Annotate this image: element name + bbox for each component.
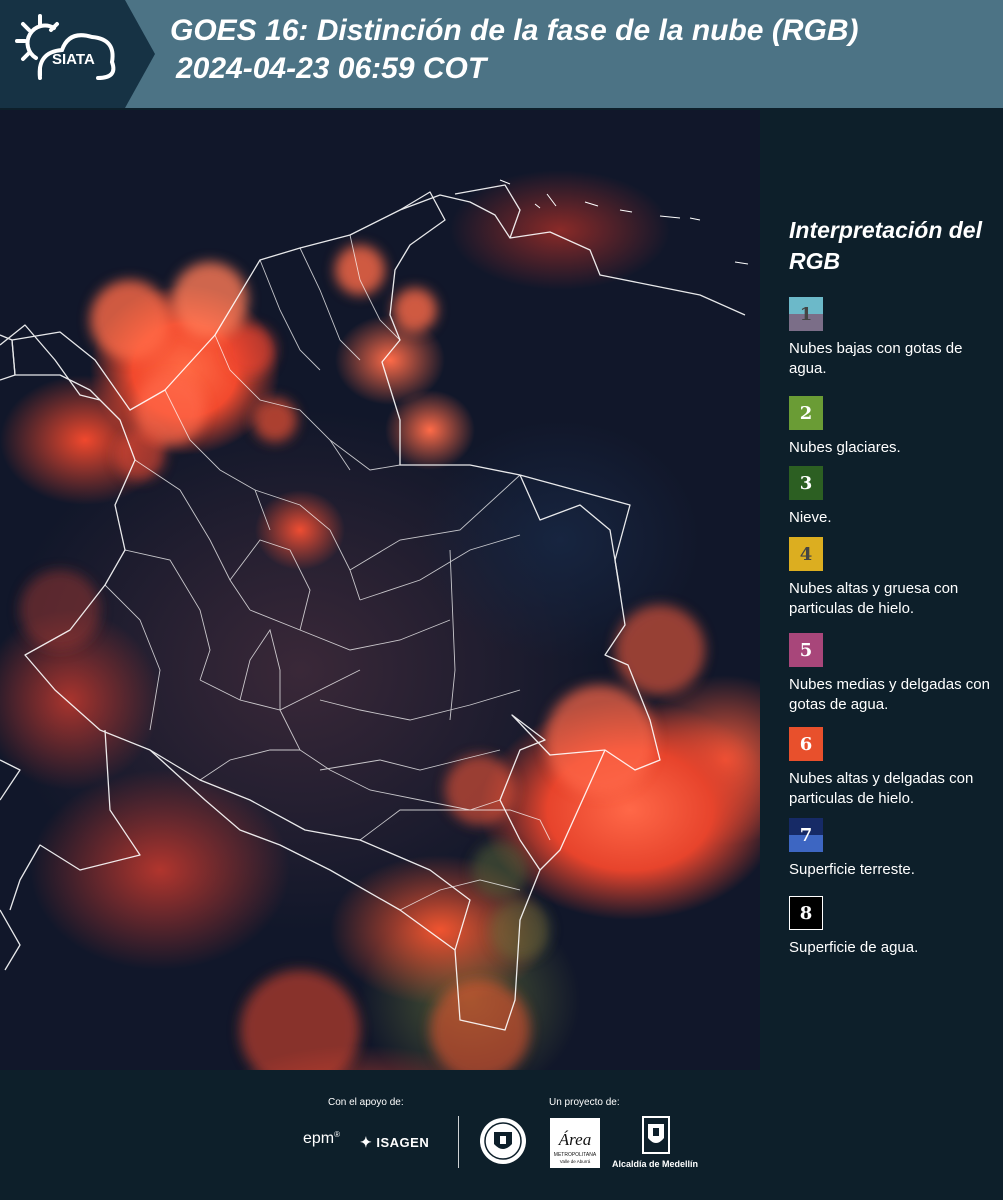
ecuador-border xyxy=(9,729,141,911)
legend-swatch: 6 xyxy=(789,727,823,761)
legend-text: Nubes bajas con gotas de agua. xyxy=(789,340,963,377)
legend-swatch: 8 xyxy=(789,896,823,930)
dept-boundary xyxy=(199,749,300,781)
legend-number: 5 xyxy=(799,639,813,661)
venezuela-south-border xyxy=(519,474,621,591)
dept-boundary xyxy=(229,539,311,631)
pacific-coast-south xyxy=(0,759,21,801)
support-label: Con el apoyo de: xyxy=(328,1097,404,1108)
peru-border xyxy=(149,749,456,951)
legend-number: 7 xyxy=(799,824,813,846)
dept-boundary xyxy=(359,534,521,601)
cloud-texture xyxy=(20,245,705,1070)
project-label: Un proyecto de: xyxy=(549,1097,620,1108)
legend-text: Nubes altas y gruesa con particulas de h… xyxy=(789,580,959,617)
title-main: GOES 16: Distinción de la fase de la nub… xyxy=(170,14,859,47)
legend-item: 3 Nieve. xyxy=(789,466,999,528)
legend-item: 2 Nubes glaciares. xyxy=(789,396,999,458)
legend-text: Superficie de agua. xyxy=(789,939,919,956)
legend-number: 4 xyxy=(799,543,813,565)
epm-logo-text: epm xyxy=(303,1130,335,1147)
legend-text: Nieve. xyxy=(789,509,832,526)
caribbean-islands xyxy=(499,179,749,265)
footer-divider xyxy=(458,1116,459,1168)
dept-boundary xyxy=(449,549,456,721)
legend-number: 6 xyxy=(799,733,813,755)
legend-number: 8 xyxy=(799,902,813,924)
legend-item: 4 Nubes altas y gruesa con particulas de … xyxy=(789,537,999,619)
dept-boundary xyxy=(349,474,521,571)
header-bar: SIATA GOES 16: Distinción de la fase de … xyxy=(0,0,1003,108)
legend-text: Nubes medias y delgadas con gotas de agu… xyxy=(789,676,990,713)
panama-border xyxy=(0,334,16,381)
legend-title: Interpretación del RGB xyxy=(789,217,982,274)
dept-boundary xyxy=(124,549,211,681)
area-logo-subtext-2: Valle de Aburrá xyxy=(560,1159,591,1164)
alcaldia-shield-icon xyxy=(642,1116,670,1154)
legend-item: 5 Nubes medias y delgadas con gotas de ag… xyxy=(789,633,999,715)
alcaldia-label: Alcaldía de Medellín xyxy=(612,1159,699,1169)
siata-logo: SIATA xyxy=(0,0,155,108)
isagen-logo: ✦ ISAGEN xyxy=(360,1134,429,1151)
legend-swatch: 2 xyxy=(789,396,823,430)
legend-number: 2 xyxy=(799,402,813,424)
area-metropolitana-logo: Área METROPOLITANA Valle de Aburrá xyxy=(550,1118,600,1168)
legend-item: 7 Superficie terreste. xyxy=(789,818,999,880)
legend-swatch: 1 xyxy=(789,297,823,331)
central-america-coast xyxy=(0,324,101,401)
epm-logo: epm® xyxy=(303,1130,341,1147)
dept-boundary xyxy=(104,584,161,731)
isagen-star-icon: ✦ xyxy=(360,1134,373,1150)
legend-item: 8 Superficie de agua. xyxy=(789,896,999,958)
satellite-map xyxy=(0,110,760,1070)
legend-swatch: 7 xyxy=(789,818,823,852)
boundaries-overlay xyxy=(0,179,749,1070)
dept-boundary xyxy=(254,489,361,601)
legend-item: 6 Nubes altas y delgadas con particulas d… xyxy=(789,727,999,809)
siata-logo-text: SIATA xyxy=(52,51,95,68)
venezuela-coast xyxy=(399,194,746,316)
legend-number: 3 xyxy=(799,472,813,494)
area-logo-subtext: METROPOLITANA xyxy=(554,1152,597,1158)
legend-text: Nubes glaciares. xyxy=(789,439,901,456)
dept-boundary xyxy=(319,689,521,721)
legend-swatch: 4 xyxy=(789,537,823,571)
page-title: GOES 16: Distinción de la fase de la nub… xyxy=(170,12,858,88)
medellin-seal-icon xyxy=(480,1118,526,1164)
dept-boundary xyxy=(359,809,470,841)
dept-boundary xyxy=(134,459,251,611)
legend-text: Nubes altas y delgadas con particulas de… xyxy=(789,770,974,807)
dept-boundary xyxy=(239,628,281,710)
title-datetime: 2024-04-23 06:59 COT xyxy=(176,52,487,85)
footer: Con el apoyo de: Un proyecto de: epm® ✦ … xyxy=(0,1070,1003,1200)
legend-number: 1 xyxy=(799,303,813,325)
legend-swatch: 3 xyxy=(789,466,823,500)
dept-boundary xyxy=(249,609,451,651)
legend-item: 1 Nubes bajas con gotas de agua. xyxy=(789,297,999,379)
ecuador-coast xyxy=(0,909,21,971)
legend-swatch: 5 xyxy=(789,633,823,667)
legend-text: Superficie terreste. xyxy=(789,861,915,878)
sun-cloud-icon: SIATA xyxy=(15,14,116,80)
area-logo-text: Área xyxy=(558,1130,591,1149)
isagen-logo-text: ISAGEN xyxy=(376,1135,430,1150)
